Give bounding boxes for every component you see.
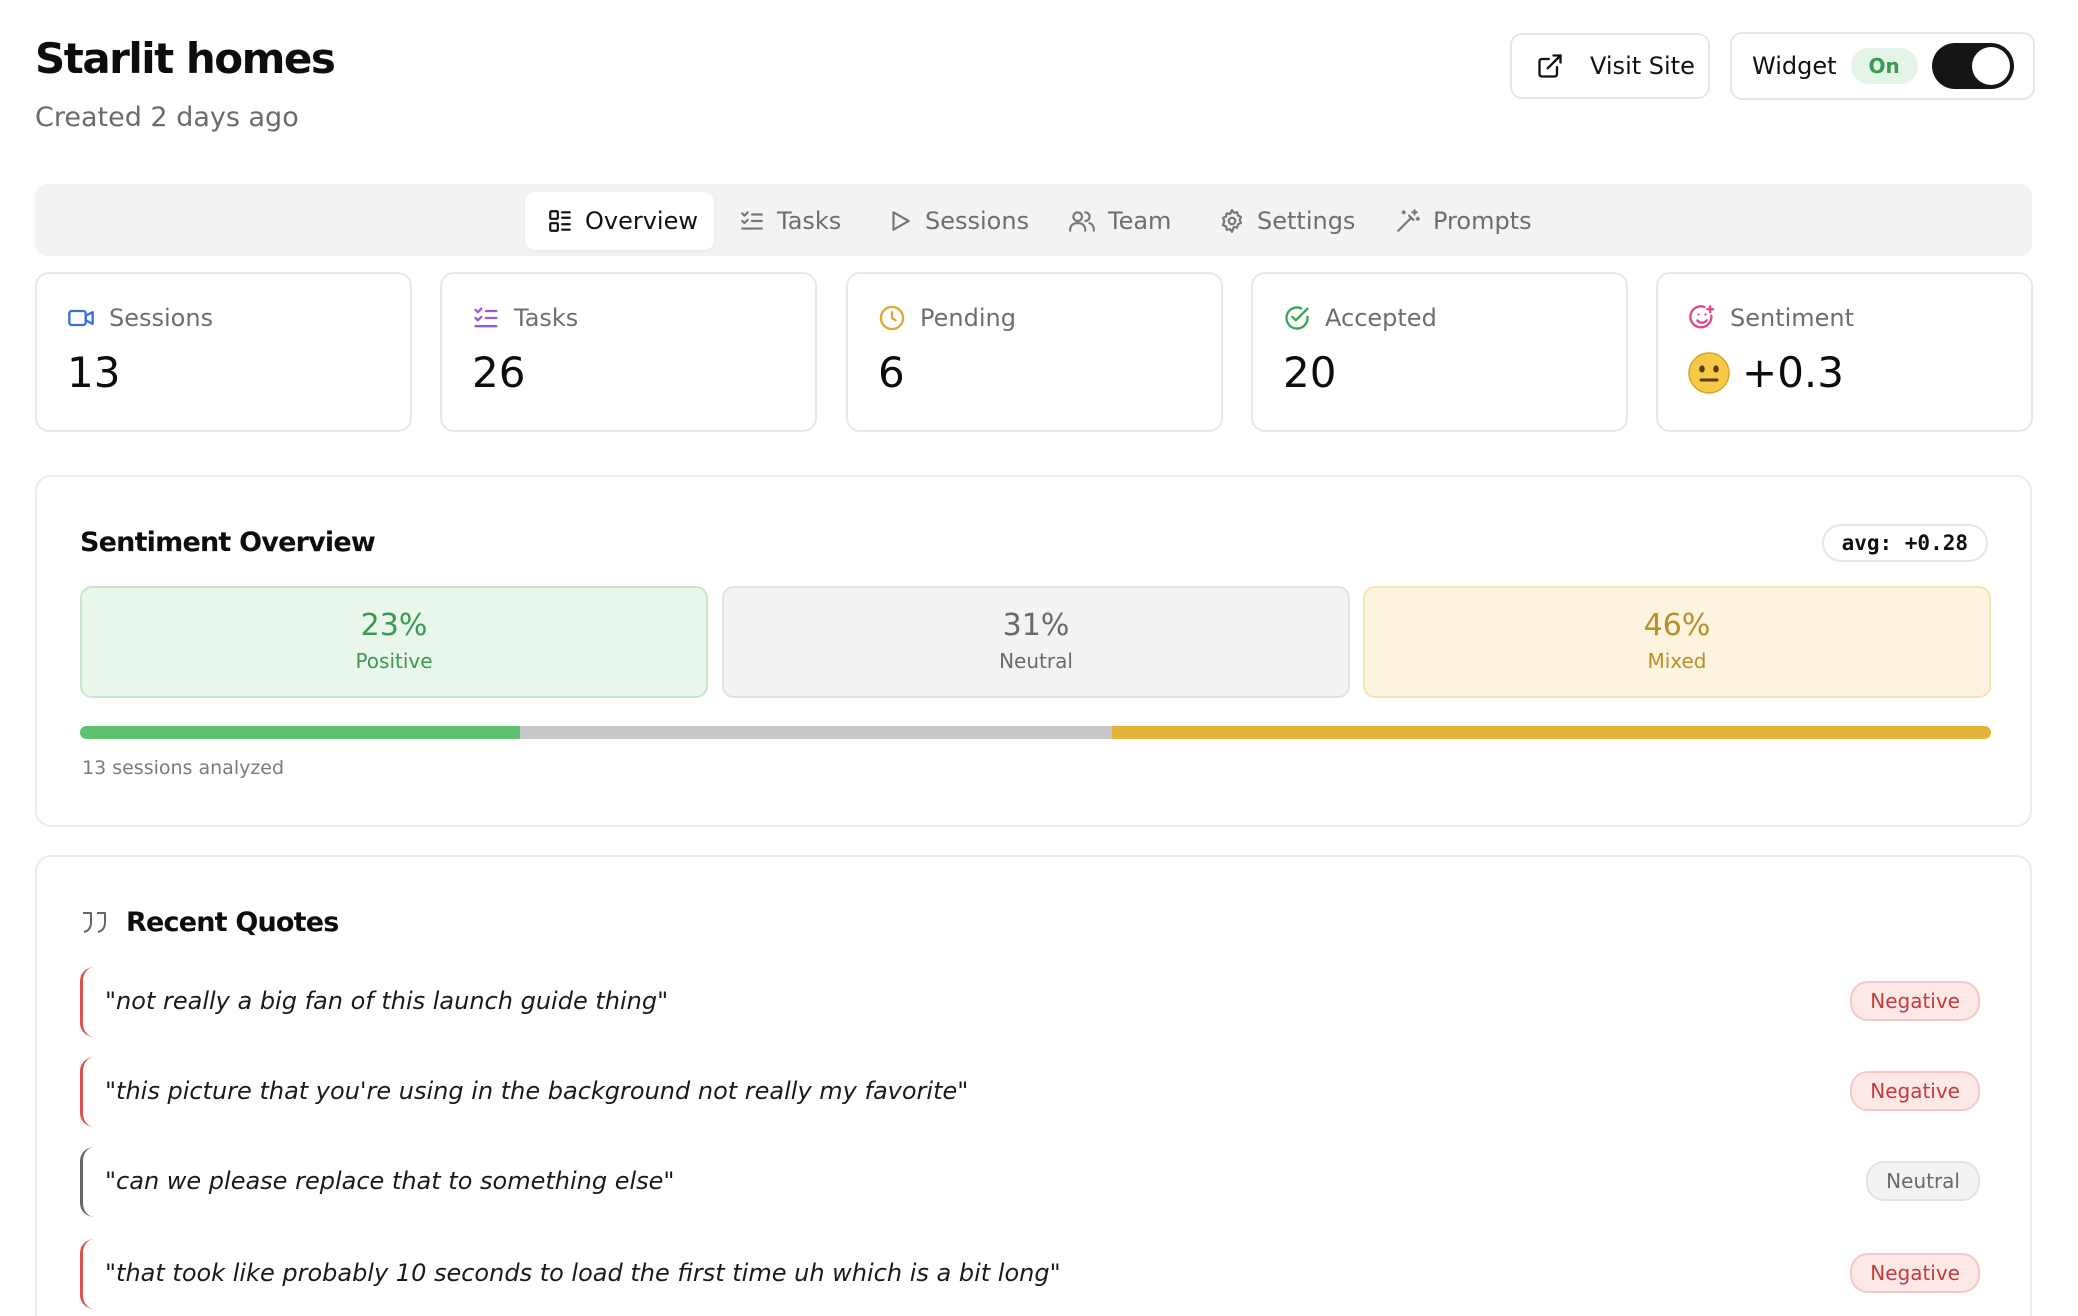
bar-segment-neutral (519, 726, 1112, 739)
tab-team[interactable]: Team (1068, 192, 1171, 250)
sentiment-badge: Neutral (1866, 1161, 1980, 1201)
stat-value: 20 (1283, 348, 1337, 397)
users-icon (1068, 208, 1096, 234)
clock-icon (878, 304, 906, 332)
visit-site-button[interactable]: Visit Site (1510, 33, 1710, 99)
tab-settings[interactable]: Settings (1219, 192, 1355, 250)
segment-label: Mixed (1647, 649, 1707, 673)
checklist-icon (472, 304, 500, 332)
tab-overview[interactable]: Overview (525, 192, 714, 250)
tab-bar: Overview Tasks Sessions Team Settings Pr… (35, 184, 2032, 256)
visit-site-label: Visit Site (1590, 52, 1695, 80)
quote-border (80, 1057, 94, 1127)
widget-toggle[interactable] (1931, 43, 2014, 89)
segment-label: Neutral (999, 649, 1073, 673)
recent-quotes-panel: Recent Quotes "not really a big fan of t… (35, 855, 2032, 1316)
stat-card-sessions: Sessions 13 (35, 272, 412, 432)
quote-icon (80, 909, 110, 937)
quote-text: "this picture that you're using in the b… (105, 1077, 969, 1105)
sentiment-badge: Negative (1850, 981, 1980, 1021)
quote-border (80, 1147, 94, 1217)
tab-tasks[interactable]: Tasks (739, 192, 841, 250)
segment-pct: 31% (1002, 608, 1070, 643)
check-circle-icon (1283, 304, 1311, 332)
page-title: Starlit homes (35, 34, 336, 83)
stat-value: 13 (67, 348, 121, 397)
stat-label: Tasks (514, 304, 579, 332)
toggle-knob (1971, 47, 2010, 85)
tab-label: Prompts (1433, 207, 1532, 235)
quote-item: "not really a big fan of this launch gui… (80, 967, 1980, 1037)
quote-border (80, 1239, 94, 1309)
sentiment-badge: Negative (1850, 1071, 1980, 1111)
tab-label: Team (1108, 207, 1172, 235)
list-grid-icon (547, 208, 573, 234)
stat-label: Sessions (109, 304, 214, 332)
stat-value: 26 (472, 348, 526, 397)
bar-segment-positive (80, 726, 520, 739)
stat-value: 6 (878, 348, 905, 397)
tab-label: Sessions (925, 207, 1030, 235)
video-icon (67, 304, 95, 332)
stat-card-accepted: Accepted 20 (1251, 272, 1628, 432)
segment-pct: 46% (1643, 608, 1711, 643)
bar-segment-mixed (1111, 726, 1991, 739)
stat-value: +0.3 (1742, 348, 1844, 397)
sentiment-badge: Negative (1850, 1253, 1980, 1293)
widget-label: Widget (1752, 52, 1837, 80)
quote-text: "not really a big fan of this launch gui… (105, 987, 669, 1015)
positive-segment: 23% Positive (80, 586, 708, 698)
magic-wand-icon (1395, 208, 1421, 234)
quote-text: "can we please replace that to something… (105, 1167, 675, 1195)
stat-card-tasks: Tasks 26 (440, 272, 817, 432)
widget-control: Widget On (1730, 32, 2035, 100)
stat-card-pending: Pending 6 (846, 272, 1223, 432)
panel-title: Recent Quotes (126, 907, 339, 938)
quote-text: "that took like probably 10 seconds to l… (105, 1259, 1061, 1287)
page-subtitle: Created 2 days ago (35, 102, 299, 133)
stat-label: Sentiment (1730, 304, 1855, 332)
tab-sessions[interactable]: Sessions (887, 192, 1029, 250)
neutral-segment: 31% Neutral (722, 586, 1350, 698)
tab-label: Tasks (777, 207, 842, 235)
tab-prompts[interactable]: Prompts (1395, 192, 1532, 250)
quote-item: "can we please replace that to something… (80, 1147, 1980, 1217)
checklist-icon (739, 208, 765, 234)
quote-border (80, 967, 94, 1037)
stat-label: Pending (920, 304, 1016, 332)
smile-plus-icon (1688, 304, 1716, 332)
sessions-analyzed-text: 13 sessions analyzed (82, 757, 285, 779)
tab-label: Settings (1257, 207, 1356, 235)
neutral-face-emoji-icon (1688, 351, 1730, 394)
stat-label: Accepted (1325, 304, 1437, 332)
panel-title: Sentiment Overview (80, 527, 376, 558)
quote-item: "that took like probably 10 seconds to l… (80, 1239, 1980, 1309)
gear-icon (1219, 208, 1245, 234)
play-icon (887, 208, 913, 234)
avg-badge: avg: +0.28 (1821, 524, 1988, 562)
sentiment-distribution-bar (80, 726, 1991, 739)
tab-label: Overview (585, 207, 698, 235)
stat-card-sentiment: Sentiment +0.3 (1656, 272, 2033, 432)
quote-item: "this picture that you're using in the b… (80, 1057, 1980, 1127)
external-link-icon (1536, 52, 1564, 80)
widget-status-badge: On (1850, 48, 1918, 84)
sentiment-overview-panel: Sentiment Overview avg: +0.28 23% Positi… (35, 475, 2032, 827)
segment-pct: 23% (360, 608, 428, 643)
mixed-segment: 46% Mixed (1363, 586, 1991, 698)
segment-label: Positive (355, 649, 433, 673)
